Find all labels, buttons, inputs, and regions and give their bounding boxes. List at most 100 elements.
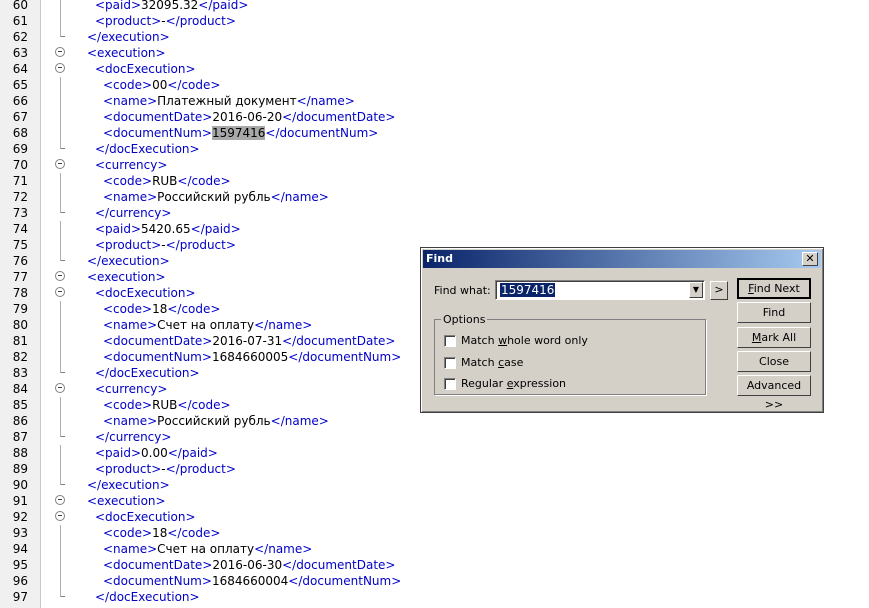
open-tag: <execution> [87, 46, 166, 60]
code-text: <code>00</code> [103, 77, 220, 93]
code-text: <docExecution> [95, 61, 196, 77]
code-line[interactable]: 94 <name>Счет на оплату</name> [0, 541, 869, 557]
open-tag: <paid> [95, 446, 142, 460]
code-text: </execution> [87, 29, 170, 45]
mark-all-button[interactable]: Mark All [737, 327, 811, 348]
code-line[interactable]: 64 <docExecution> [0, 61, 869, 77]
line-number: 76 [12, 254, 28, 268]
fold-toggle-icon[interactable] [55, 287, 65, 297]
code-line[interactable]: 70 <currency> [0, 157, 869, 173]
open-tag: <name> [103, 542, 158, 556]
element-value: RUB [152, 398, 178, 412]
code-line[interactable]: 69 </docExecution> [0, 141, 869, 157]
open-tag: <product> [95, 238, 162, 252]
close-tag: </documentDate> [282, 334, 396, 348]
code-line[interactable]: 66 <name>Платежный документ</name> [0, 93, 869, 109]
code-line[interactable]: 89 <product>-</product> [0, 461, 869, 477]
fold-toggle-icon[interactable] [55, 383, 65, 393]
fold-toggle-icon[interactable] [55, 511, 65, 521]
open-tag: <docExecution> [95, 286, 196, 300]
advanced-button[interactable]: Advanced >> [737, 375, 811, 411]
regex-checkbox[interactable] [444, 378, 456, 390]
line-number: 81 [12, 334, 28, 348]
code-line[interactable]: 97 </docExecution> [0, 589, 869, 605]
fold-toggle-icon[interactable] [55, 47, 65, 57]
code-line[interactable]: 60 <paid>32095.32</paid> [0, 0, 869, 13]
line-number: 82 [12, 350, 28, 364]
code-line[interactable]: 93 <code>18</code> [0, 525, 869, 541]
code-text: <code>18</code> [103, 301, 220, 317]
close-tag: </paid> [198, 0, 249, 12]
line-number: 86 [12, 414, 28, 428]
code-text: </docExecution> [95, 589, 200, 605]
fold-line [60, 589, 61, 597]
dialog-titlebar[interactable]: Find ✕ [423, 250, 821, 268]
code-text: <documentDate>2016-07-31</documentDate> [103, 333, 395, 349]
open-tag: <documentDate> [103, 110, 213, 124]
match-case-label[interactable]: Match case [461, 356, 523, 369]
open-tag: <code> [103, 174, 153, 188]
code-line[interactable]: 86 <name>Российский рубль</name> [0, 413, 869, 429]
code-line[interactable]: 68 <documentNum>1597416</documentNum> [0, 125, 869, 141]
close-tag: </documentNum> [288, 350, 402, 364]
code-text: <documentDate>2016-06-20</documentDate> [103, 109, 395, 125]
close-tag: </paid> [190, 222, 241, 236]
chevron-down-icon[interactable]: ▼ [689, 282, 703, 298]
fold-toggle-icon[interactable] [55, 271, 65, 281]
close-tag: </name> [270, 414, 329, 428]
code-line[interactable]: 62 </execution> [0, 29, 869, 45]
code-line[interactable]: 74 <paid>5420.65</paid> [0, 221, 869, 237]
code-text: <docExecution> [95, 285, 196, 301]
code-text: </execution> [87, 477, 170, 493]
element-value: 32095.32 [141, 0, 199, 12]
regex-label[interactable]: Regular expression [461, 377, 566, 390]
code-line[interactable]: 90 </execution> [0, 477, 869, 493]
find-previous-button[interactable]: Find Previous [737, 302, 811, 338]
element-value: 00 [152, 78, 168, 92]
fold-line [60, 189, 61, 205]
code-line[interactable]: 73 </currency> [0, 205, 869, 221]
whole-word-label[interactable]: Match whole word only [461, 334, 588, 347]
fold-toggle-icon[interactable] [55, 495, 65, 505]
code-text: </currency> [95, 429, 171, 445]
element-value: 18 [152, 302, 168, 316]
fold-toggle-icon[interactable] [55, 159, 65, 169]
close-tag: </execution> [87, 254, 170, 268]
fold-line [60, 413, 61, 429]
open-tag: <documentNum> [103, 350, 212, 364]
code-line[interactable]: 72 <name>Российский рубль</name> [0, 189, 869, 205]
close-tag: </execution> [87, 30, 170, 44]
code-line[interactable]: 95 <documentDate>2016-06-30</documentDate… [0, 557, 869, 573]
close-tag: </currency> [95, 206, 172, 220]
dialog-title: Find [426, 252, 453, 265]
regex-menu-button[interactable]: > [710, 281, 728, 300]
open-tag: <name> [103, 318, 158, 332]
code-line[interactable]: 91 <execution> [0, 493, 869, 509]
close-icon[interactable]: ✕ [802, 252, 818, 266]
code-line[interactable]: 61 <product>-</product> [0, 13, 869, 29]
code-line[interactable]: 88 <paid>0.00</paid> [0, 445, 869, 461]
open-tag: <code> [103, 302, 153, 316]
fold-line [60, 365, 61, 373]
code-line[interactable]: 63 <execution> [0, 45, 869, 61]
code-text: <product>-</product> [95, 13, 236, 29]
line-number: 93 [12, 526, 28, 540]
element-value: Российский рубль [157, 190, 271, 204]
fold-line [60, 125, 61, 141]
code-text: </execution> [87, 253, 170, 269]
code-text: <product>-</product> [95, 461, 236, 477]
match-case-checkbox[interactable] [444, 357, 456, 369]
line-number: 95 [12, 558, 28, 572]
find-what-input[interactable]: 1597416 [495, 280, 705, 300]
close-button[interactable]: Close [737, 351, 811, 372]
fold-toggle-icon[interactable] [55, 63, 65, 73]
code-line[interactable]: 67 <documentDate>2016-06-20</documentDate… [0, 109, 869, 125]
open-tag: <execution> [87, 270, 166, 284]
code-line[interactable]: 71 <code>RUB</code> [0, 173, 869, 189]
code-line[interactable]: 92 <docExecution> [0, 509, 869, 525]
find-next-button[interactable]: Find Next [737, 278, 811, 299]
code-line[interactable]: 65 <code>00</code> [0, 77, 869, 93]
whole-word-checkbox[interactable] [444, 335, 456, 347]
code-line[interactable]: 96 <documentNum>1684660004</documentNum> [0, 573, 869, 589]
code-line[interactable]: 87 </currency> [0, 429, 869, 445]
